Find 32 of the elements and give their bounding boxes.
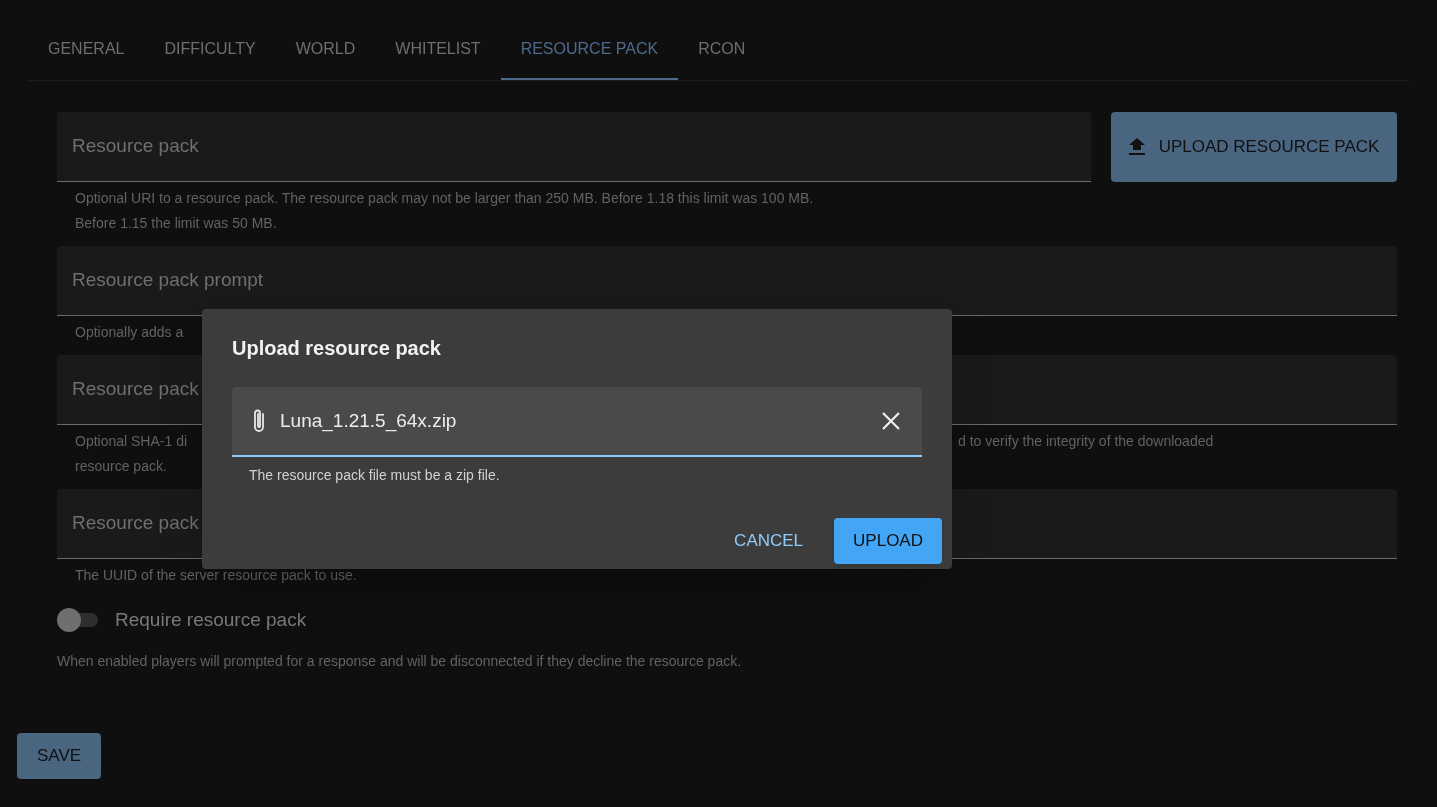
field-label: Resource pack prompt	[72, 268, 264, 293]
helper-text: When enabled players will prompted for a response and will be disconnected if they decline the resource pack.	[57, 651, 743, 671]
field-label: Resource pack	[72, 134, 199, 159]
helper-text: d to verify the integrity of the downloaded	[958, 432, 1214, 451]
cancel-button[interactable]: CANCEL	[725, 518, 813, 564]
field-label: Resource pack	[72, 377, 199, 402]
tab[interactable]: DIFFICULTY	[144, 20, 276, 80]
helper-text: The UUID of the server resource pack to use.	[75, 566, 357, 585]
tab[interactable]: WORLD	[275, 20, 376, 80]
upload-button[interactable]: UPLOAD	[834, 518, 942, 564]
paperclip-icon	[252, 408, 266, 434]
close-icon[interactable]	[880, 410, 902, 432]
file-name: Luna_1.21.5_64x.zip	[280, 408, 458, 434]
tab[interactable]: GENERAL	[28, 20, 145, 80]
helper-text: resource pack.	[75, 457, 167, 476]
tab[interactable]: WHITELIST	[375, 20, 501, 80]
text-field[interactable]: Resource pack	[57, 112, 1091, 182]
helper-text: Optionally adds a	[75, 323, 184, 342]
tab[interactable]: RCON	[678, 20, 766, 80]
helper-text: Before 1.15 the limit was 50 MB.	[75, 214, 277, 233]
field-label: Resource pack	[72, 511, 199, 536]
save-button[interactable]: SAVE	[17, 732, 102, 779]
dialog-title: Upload resource pack	[231, 336, 442, 361]
helper-text: Optional SHA-1 di	[75, 432, 188, 451]
text-field[interactable]: Resource pack prompt	[57, 246, 1397, 316]
helper-text: Optional URI to a resource pack. The resource pack may not be larger than 250 MB. Before 1.18 this limit was 100 MB.	[75, 189, 814, 208]
upload-icon	[1128, 138, 1145, 156]
toggle-label: Require resource pack	[115, 608, 307, 632]
helper-text: The resource pack file must be a zip file.	[249, 466, 501, 485]
upload-resource-pack-button[interactable]: UPLOAD RESOURCE PACK	[1111, 112, 1397, 182]
tab[interactable]: RESOURCE PACK	[500, 20, 679, 80]
file-field[interactable]: Luna_1.21.5_64x.zip	[232, 387, 922, 457]
